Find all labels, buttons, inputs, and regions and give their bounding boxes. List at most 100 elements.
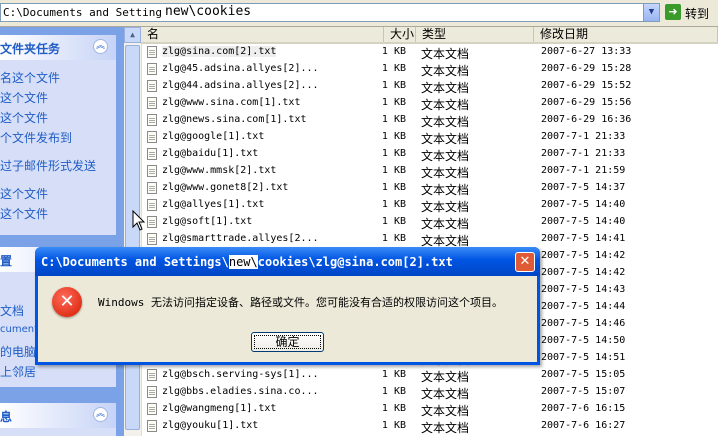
scroll-up-arrow-icon[interactable]: ▲ <box>124 27 141 43</box>
file-modified: 2007-7-5 15:05 <box>541 369 626 380</box>
file-size: 1 KB <box>381 46 406 57</box>
task-copy[interactable]: 这个文件 <box>0 109 48 126</box>
task-email[interactable]: 过子邮件形式发送 <box>0 157 96 174</box>
file-modified: 2007-7-5 14:40 <box>541 199 626 210</box>
table-row[interactable]: zlg@wangmeng[1].txt 1 KB 文本文档 2007-7-6 16:1… <box>141 401 718 418</box>
table-row[interactable]: zlg@bbs.eladies.sina.co... 1 KB 文本文档 2007-7… <box>141 384 718 401</box>
column-type-header[interactable]: 类型 <box>416 27 534 42</box>
file-name: zlg@allyes[1].txt <box>162 199 265 210</box>
other-places-title: 置 <box>0 254 13 268</box>
file-name: zlg@baidu[1].txt <box>162 148 259 159</box>
table-row[interactable]: zlg@44.adsina.allyes[2]... 1 KB 文本文档 2007-6… <box>141 78 718 95</box>
file-type: 文本文档 <box>421 200 470 214</box>
table-row[interactable]: zlg@www.mmsk[2].txt 1 KB 文本文档 2007-7-1 21:5… <box>141 163 718 180</box>
table-row[interactable]: zlg@news.sina.com[1].txt 1 KB 文本文档 2007-6-2… <box>141 112 718 129</box>
column-size-header[interactable]: 大小 <box>384 27 416 42</box>
dialog-title-prefix: C:\Documents and Settings\ <box>41 255 229 269</box>
close-icon[interactable]: ✕ <box>515 252 535 272</box>
column-modified-header[interactable]: 修改日期 <box>534 27 718 42</box>
table-row[interactable]: zlg@sina.com[2].txt 1 KB 文本文档 2007-6-27 13:… <box>141 44 718 61</box>
text-file-icon <box>147 216 157 228</box>
file-size: 1 KB <box>381 216 406 227</box>
address-dropdown-button[interactable]: ▼ <box>643 3 660 22</box>
details-title: 息 <box>0 410 13 424</box>
table-row[interactable]: zlg@www.gonet8[2].txt 1 KB 文本文档 2007-7-5 14… <box>141 180 718 197</box>
text-file-icon <box>147 199 157 211</box>
go-label: 转到 <box>685 7 710 21</box>
address-path-prefix: C:\Documents and Settings\ <box>3 6 176 19</box>
text-file-icon <box>147 131 157 143</box>
file-modified: 2007-7-6 16:15 <box>541 403 626 414</box>
go-button[interactable]: ➜ 转到 <box>665 3 718 23</box>
table-row[interactable]: zlg@www.sina.com[1].txt 1 KB 文本文档 2007-6-29… <box>141 95 718 112</box>
scroll-thumb[interactable] <box>125 45 140 430</box>
file-name: zlg@google[1].txt <box>162 131 265 142</box>
column-name-header[interactable]: 名 <box>141 27 384 42</box>
ok-button[interactable]: 确定 <box>251 332 324 352</box>
place-network[interactable]: 上邻居 <box>0 363 36 380</box>
file-modified: 2007-7-1 21:33 <box>541 131 626 142</box>
file-size: 1 KB <box>381 420 406 431</box>
text-file-icon <box>147 182 157 194</box>
collapse-chevron-icon[interactable]: ︽ <box>93 407 108 422</box>
dialog-body: ✕ Windows 无法访问指定设备、路径或文件。您可能没有合适的权限访问这个项… <box>38 276 537 362</box>
task-move[interactable]: 这个文件 <box>0 89 48 106</box>
task-print[interactable]: 这个文件 <box>0 185 48 202</box>
file-name: zlg@youku[1].txt <box>162 420 259 431</box>
file-type: 文本文档 <box>421 421 470 435</box>
table-row[interactable]: zlg@google[1].txt 1 KB 文本文档 2007-7-1 21:33 <box>141 129 718 146</box>
text-file-icon <box>147 233 157 245</box>
file-type: 文本文档 <box>421 387 470 401</box>
text-file-icon <box>147 80 157 92</box>
file-size: 1 KB <box>381 63 406 74</box>
table-row[interactable]: zlg@soft[1].txt 1 KB 文本文档 2007-7-5 14:40 <box>141 214 718 231</box>
file-name: zlg@news.sina.com[1].txt <box>162 114 307 125</box>
file-modified: 2007-7-1 21:33 <box>541 148 626 159</box>
file-size: 1 KB <box>381 199 406 210</box>
collapse-chevron-icon[interactable]: ︽ <box>93 39 108 54</box>
place-my-computer[interactable]: 的电脑 <box>0 343 36 360</box>
file-modified: 2007-6-29 15:56 <box>541 97 632 108</box>
dialog-titlebar[interactable]: C:\Documents and Settings\new\cookies\zl… <box>35 247 540 276</box>
file-name: zlg@bsch.serving-sys[1]... <box>162 369 319 380</box>
text-file-icon <box>147 369 157 381</box>
details-header[interactable]: 息 ︽ <box>0 403 116 428</box>
mouse-cursor-icon <box>132 210 146 231</box>
file-modified: 2007-7-5 14:46 <box>541 318 626 329</box>
task-publish[interactable]: 个文件发布到 <box>0 129 72 146</box>
file-size: 1 KB <box>381 233 406 244</box>
file-size: 1 KB <box>381 403 406 414</box>
file-modified: 2007-7-5 14:42 <box>541 250 626 261</box>
table-row[interactable]: zlg@45.adsina.allyes[2]... 1 KB 文本文档 2007-6… <box>141 61 718 78</box>
file-size: 1 KB <box>381 97 406 108</box>
file-size: 1 KB <box>381 386 406 397</box>
file-modified: 2007-7-5 14:37 <box>541 182 626 193</box>
task-delete[interactable]: 这个文件 <box>0 205 48 222</box>
file-type: 文本文档 <box>421 404 470 418</box>
file-modified: 2007-7-5 14:44 <box>541 301 626 312</box>
file-modified: 2007-7-5 14:42 <box>541 267 626 278</box>
text-file-icon <box>147 403 157 415</box>
table-row[interactable]: zlg@youku[1].txt 1 KB 文本文档 2007-7-6 16:27 <box>141 418 718 435</box>
file-tasks-title: 文件夹任务 <box>0 42 61 56</box>
file-type: 文本文档 <box>421 166 470 180</box>
table-row[interactable]: zlg@baidu[1].txt 1 KB 文本文档 2007-7-1 21:33 <box>141 146 718 163</box>
table-row[interactable]: zlg@bsch.serving-sys[1]... 1 KB 文本文档 2007-7… <box>141 367 718 384</box>
address-input[interactable]: C:\Documents and Settings\ new\cookies <box>0 3 660 22</box>
file-type: 文本文档 <box>421 47 470 61</box>
file-name: zlg@bbs.eladies.sina.co... <box>162 386 319 397</box>
table-row[interactable]: zlg@allyes[1].txt 1 KB 文本文档 2007-7-5 14:40 <box>141 197 718 214</box>
details-panel: 息 ︽ <box>0 403 116 436</box>
place-my-documents[interactable]: 文档 <box>0 302 24 319</box>
list-header: 名 大小 类型 修改日期 <box>141 27 718 44</box>
text-file-icon <box>147 97 157 109</box>
file-tasks-header[interactable]: 文件夹任务 ︽ <box>0 35 116 60</box>
go-arrow-icon: ➜ <box>665 4 681 20</box>
task-rename[interactable]: 名这个文件 <box>0 69 60 86</box>
file-modified: 2007-6-29 15:52 <box>541 80 632 91</box>
dialog-message: Windows 无法访问指定设备、路径或文件。您可能没有合适的权限访问这个项目。 <box>98 296 503 309</box>
dialog-title-suffix: cookies\zlg@sina.com[2].txt <box>257 255 453 269</box>
table-row[interactable]: zlg@smarttrade.allyes[2... 1 KB 文本文档 2007-7… <box>141 231 718 248</box>
file-type: 文本文档 <box>421 115 470 129</box>
file-size: 1 KB <box>381 80 406 91</box>
